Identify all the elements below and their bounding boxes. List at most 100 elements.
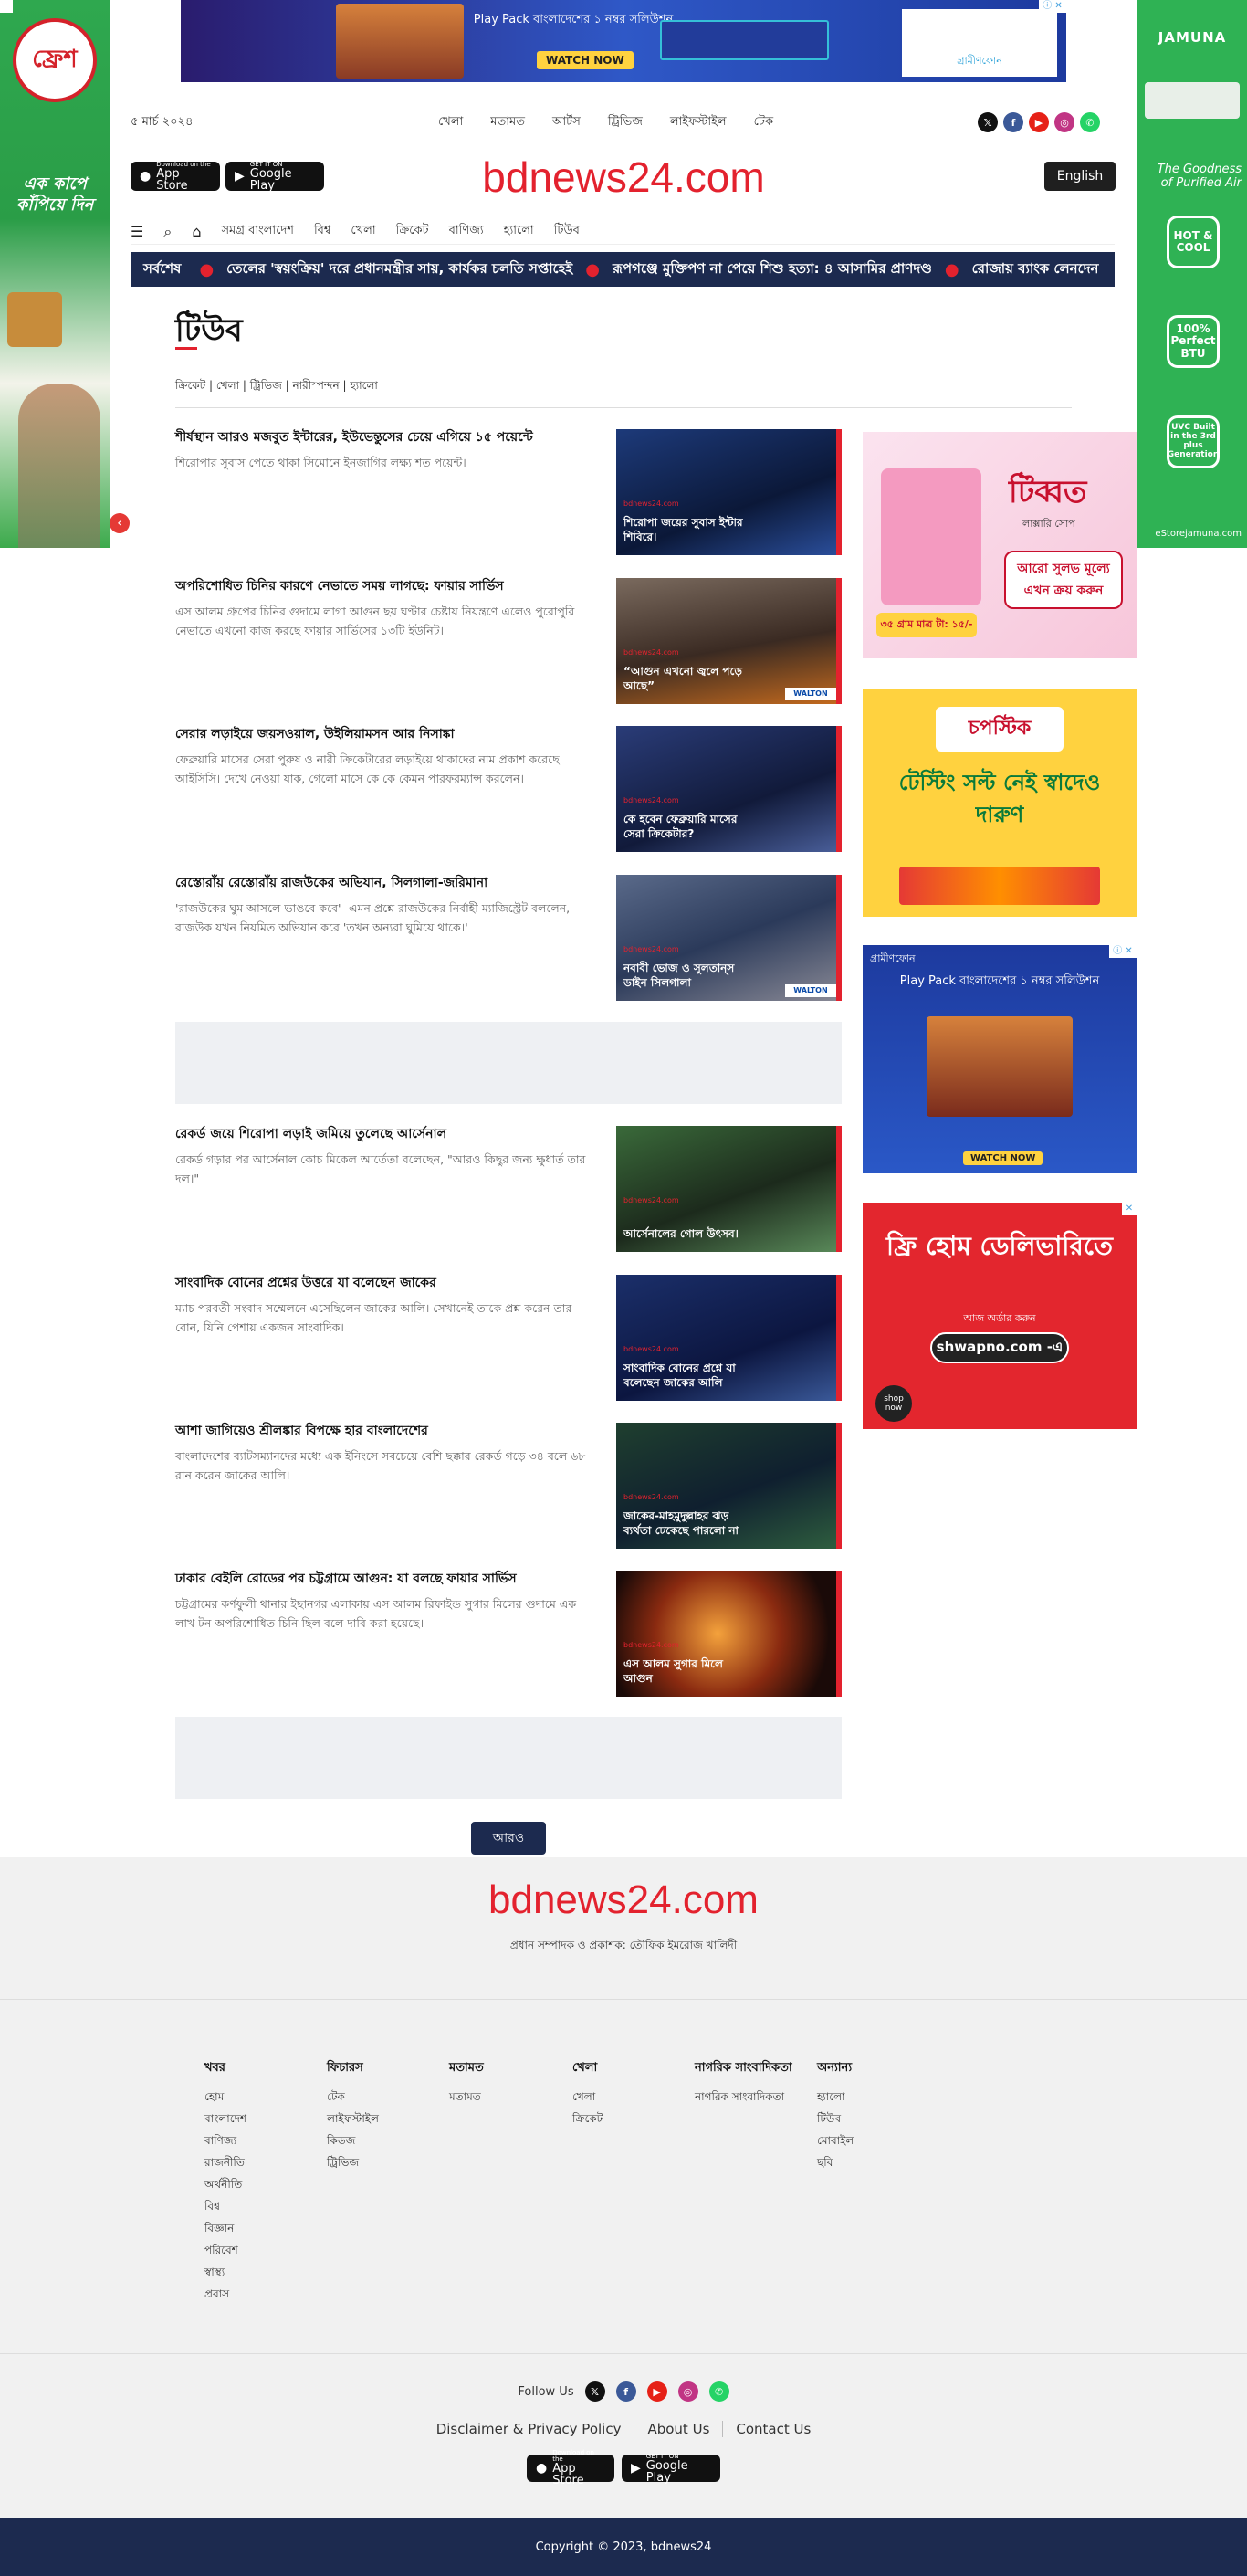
image-brand-tag: bdnews24.com [624,796,679,804]
section-subcategories[interactable]: ক্রিকেট | খেলা | ট্রিভিজ | নারীস্পন্দন |… [175,378,378,396]
nav-item[interactable]: টিউব [554,222,580,241]
footer-link[interactable]: হোম [204,2086,314,2108]
footer-link[interactable]: মোবাইল [817,2129,927,2151]
footer-link[interactable]: ছবি [817,2151,927,2173]
x-twitter-icon[interactable]: 𝕏 [584,2381,605,2402]
article-title[interactable]: ঢাকার বেইলি রোডের পর চট্টগ্রামে আগুন: যা… [175,1571,613,1589]
footer-link[interactable]: হ্যালো [817,2086,927,2108]
article-thumbnail[interactable]: bdnews24.com জাকের-মাহমুদুল্লাহর ঝড় ব্য… [616,1423,842,1549]
footer-masthead[interactable]: bdnews24.com [0,1877,1247,1923]
top-nav-item[interactable]: মতামত [490,113,525,132]
article-thumbnail[interactable]: bdnews24.com শিরোপা জয়ের সুবাস ইন্টার শ… [616,429,842,555]
article-card[interactable]: সাংবাদিক বোনের প্রশ্নের উত্তরে যা বলেছেন… [175,1275,842,1403]
load-more-button[interactable]: আরও [471,1822,546,1855]
whatsapp-icon[interactable]: ✆ [708,2381,729,2402]
english-button[interactable]: English [1044,162,1116,191]
instagram-icon[interactable]: ◎ [677,2381,698,2402]
left-skyscraper-ad[interactable]: ফ্রেশ এক কাপে কাঁপিয়ে দিন [0,0,110,548]
article-title[interactable]: শীর্ষস্থান আরও মজবুত ইন্টারের, ইউভেন্তুস… [175,429,613,447]
article-title[interactable]: রেস্তোরাঁয় রেস্তোরাঁয় রাজউকের অভিযান, … [175,875,613,893]
article-card[interactable]: আশা জাগিয়েও শ্রীলঙ্কার বিপক্ষে হার বাংল… [175,1423,842,1551]
x-twitter-icon[interactable]: 𝕏 [978,112,998,132]
chopstick-noodles-ad[interactable]: চপস্টিক টেস্টিং সল্ট নেই স্বাদেও দারুণ [863,689,1137,917]
footer-link[interactable]: প্রবাস [204,2283,314,2305]
nav-item[interactable]: বিশ্ব [314,222,330,241]
top-nav-item[interactable]: লাইফস্টাইল [670,113,727,132]
facebook-icon[interactable]: f [1003,112,1023,132]
article-title[interactable]: রেকর্ড জয়ে শিরোপা লড়াই জমিয়ে তুলেছে আ… [175,1126,613,1144]
footer-google-play-button[interactable]: ▶ GET IT ON Google Play [622,2453,720,2484]
footer-link[interactable]: বাণিজ্য [204,2129,314,2151]
article-thumbnail[interactable]: bdnews24.com আর্সেনালের গোল উৎসব। [616,1126,842,1252]
article-card[interactable]: সেরার লড়াইয়ে জয়সওয়াল, উইলিয়ামসন আর … [175,726,842,854]
nav-item[interactable]: ক্রিকেট [396,222,429,241]
banner-watch-now-button[interactable]: WATCH NOW [537,51,634,69]
instagram-icon[interactable]: ◎ [1054,112,1074,132]
youtube-icon[interactable]: ▶ [646,2381,667,2402]
ticker-item[interactable]: রোজায় ব্যাংক লেনদেন [959,258,1112,281]
youtube-icon[interactable]: ▶ [1029,112,1049,132]
footer-link[interactable]: ট্রিভিজ [327,2151,436,2173]
footer-link[interactable]: অর্থনীতি [204,2173,314,2195]
article-title[interactable]: সেরার লড়াইয়ে জয়সওয়াল, উইলিয়ামসন আর … [175,726,613,744]
ticker-item[interactable]: তেলের 'স্বয়ংক্রিয়' দরে প্রধানমন্ত্রীর … [214,258,585,281]
footer-app-store-button[interactable]: ● Download on the App Store [527,2450,614,2487]
footer-link[interactable]: টেক [327,2086,436,2108]
footer-link[interactable]: বিশ্ব [204,2195,314,2217]
footer-link[interactable]: ক্রিকেট [572,2108,682,2129]
search-icon[interactable]: ⌕ [163,223,172,241]
contact-us-link[interactable]: Contact Us [723,2421,823,2437]
article-thumbnail[interactable]: bdnews24.com সাংবাদিক বোনের প্রশ্নে যা ব… [616,1275,842,1401]
footer-link[interactable]: টিউব [817,2108,927,2129]
ad-close-icon[interactable]: ⓘ ✕ [1039,0,1066,13]
ticker-item[interactable]: রূপগঞ্জে মুক্তিপণ না পেয়ে শিশু হত্যা: ৪… [600,258,945,281]
ad-info-icon[interactable] [0,0,13,13]
footer-link[interactable]: রাজনীতি [204,2151,314,2173]
top-nav-item[interactable]: টেক [754,113,773,132]
footer-link[interactable]: নাগরিক সাংবাদিকতা [695,2086,800,2108]
footer-link[interactable]: বিজ্ঞান [204,2217,314,2239]
footer-link[interactable]: পরিবেশ [204,2239,314,2261]
left-ad-arrow-icon[interactable]: ‹ [110,513,130,533]
whatsapp-icon[interactable]: ✆ [1080,112,1100,132]
top-nav-item[interactable]: আর্টস [552,113,581,132]
article-thumbnail[interactable]: bdnews24.com “আগুন এখনো জ্বলে পড়ে আছে” … [616,578,842,704]
article-thumbnail[interactable]: bdnews24.com এস আলম সুগার মিলে আগুন [616,1571,842,1697]
shwapno-url-button[interactable]: shwapno.com -এ [930,1332,1069,1363]
shwapno-delivery-ad[interactable]: ফ্রি হোম ডেলিভারিতে আজ অর্ডার করুন shwap… [863,1203,1137,1429]
disclaimer-privacy-link[interactable]: Disclaimer & Privacy Policy [424,2421,634,2437]
nav-item[interactable]: বাণিজ্য [449,222,484,241]
nav-item[interactable]: খেলা [351,222,375,241]
top-nav-item[interactable]: ট্রিভিজ [608,113,643,132]
article-card[interactable]: শীর্ষস্থান আরও মজবুত ইন্টারের, ইউভেন্তুস… [175,429,842,557]
top-nav-item[interactable]: খেলা [438,113,463,132]
right-skyscraper-ad[interactable]: JAMUNA The Goodness of Purified Air HOT … [1137,0,1247,548]
top-banner-ad[interactable]: Play Pack বাংলাদেশের ১ নম্বর সলিউশন WATC… [181,0,1066,82]
nav-item[interactable]: সমগ্র বাংলাদেশ [221,222,293,241]
article-card[interactable]: ঢাকার বেইলি রোডের পর চট্টগ্রামে আগুন: যা… [175,1571,842,1698]
footer-link[interactable]: কিডজ [327,2129,436,2151]
article-card[interactable]: রেস্তোরাঁয় রেস্তোরাঁয় রাজউকের অভিযান, … [175,875,842,1003]
article-thumbnail[interactable]: bdnews24.com কে হবেন ফেব্রুয়ারি মাসের স… [616,726,842,852]
menu-icon[interactable]: ☰ [131,223,143,240]
tibet-soap-ad[interactable]: টিব্বত লাক্সারি সোপ আরো সুলভ মূল্যে এখন … [863,432,1137,658]
article-card[interactable]: রেকর্ড জয়ে শিরোপা লড়াই জমিয়ে তুলেছে আ… [175,1126,842,1254]
article-thumbnail[interactable]: bdnews24.com নবাবী ভোজ ও সুলতান্‌স ডাইন … [616,875,842,1001]
footer-link[interactable]: খেলা [572,2086,682,2108]
article-title[interactable]: আশা জাগিয়েও শ্রীলঙ্কার বিপক্ষে হার বাংল… [175,1423,613,1441]
footer-link[interactable]: স্বাস্থ্য [204,2261,314,2283]
about-us-link[interactable]: About Us [634,2421,722,2437]
ad-close-icon[interactable]: ⓘ ✕ [1109,945,1137,958]
article-title[interactable]: সাংবাদিক বোনের প্রশ্নের উত্তরে যা বলেছেন… [175,1275,613,1293]
footer-link[interactable]: মতামত [449,2086,559,2108]
grameenphone-playpack-ad[interactable]: গ্রামীণফোন Play Pack বাংলাদেশের ১ নম্বর … [863,945,1137,1173]
article-card[interactable]: অপরিশোধিত চিনির কারণে নেভাতে সময় লাগছে:… [175,578,842,706]
footer-link[interactable]: বাংলাদেশ [204,2108,314,2129]
gp-watch-now-button[interactable]: WATCH NOW [963,1151,1043,1165]
article-title[interactable]: অপরিশোধিত চিনির কারণে নেভাতে সময় লাগছে:… [175,578,613,596]
ad-close-icon[interactable]: ✕ [1122,1203,1137,1215]
footer-link[interactable]: লাইফস্টাইল [327,2108,436,2129]
facebook-icon[interactable]: f [615,2381,636,2402]
nav-item[interactable]: হ্যালো [504,222,534,241]
home-icon[interactable]: ⌂ [192,223,201,240]
